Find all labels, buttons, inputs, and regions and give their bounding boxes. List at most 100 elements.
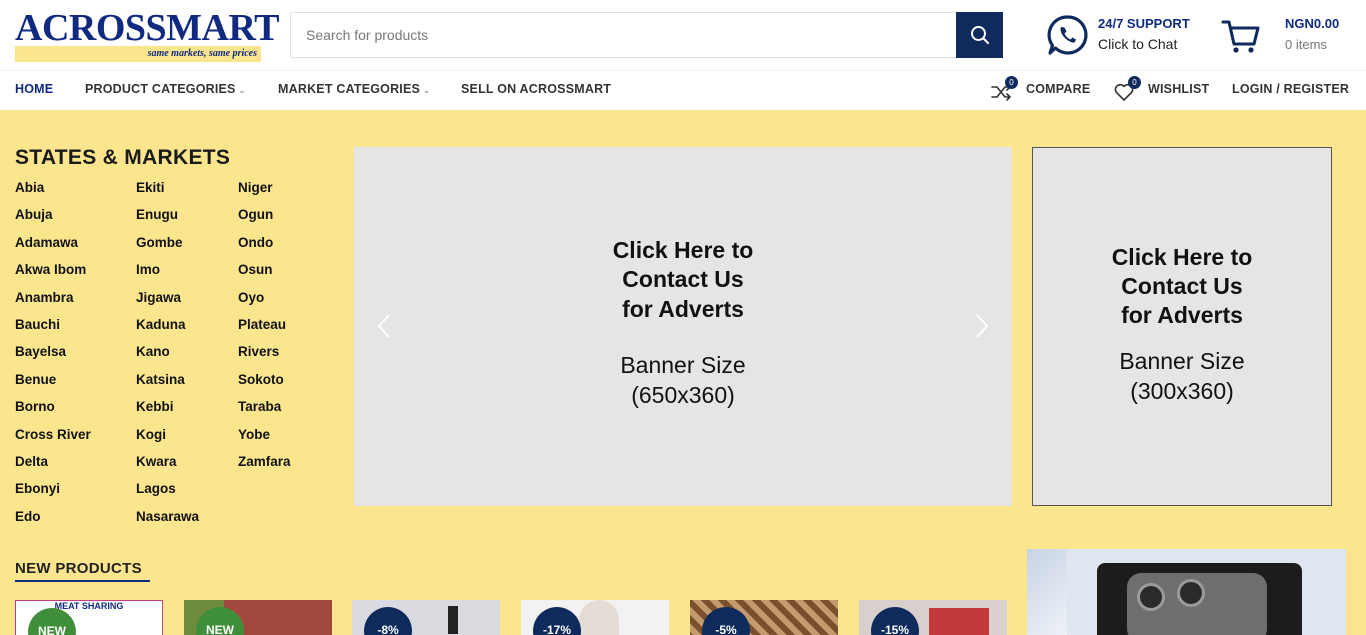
compare-icon-wrap[interactable]: 0 [990,76,1018,103]
compare-count-badge: 0 [1005,76,1018,89]
state-link[interactable]: Rivers [238,342,291,369]
state-link[interactable]: Jigawa [136,288,199,315]
state-link[interactable]: Taraba [238,397,291,424]
product-card[interactable]: NEW [184,600,332,635]
search-icon [970,26,989,45]
states-column-1: Abia Abuja Adamawa Akwa Ibom Anambra Bau… [15,178,91,534]
state-link[interactable]: Osun [238,260,291,287]
product-image-caption: MEAT SHARING [54,601,124,611]
nav-compare[interactable]: COMPARE [1026,82,1090,96]
discount-badge: -15% [871,607,919,635]
banner-title-line-2: Contact Us [622,266,744,292]
state-link[interactable]: Ogun [238,205,291,232]
state-link[interactable]: Kano [136,342,199,369]
state-link[interactable]: Bauchi [15,315,91,342]
whatsapp-icon [1047,15,1088,55]
state-link[interactable]: Kwara [136,452,199,479]
state-link[interactable]: Kebbi [136,397,199,424]
state-link[interactable]: Adamawa [15,233,91,260]
nav-login-register[interactable]: LOGIN / REGISTER [1232,82,1349,96]
discount-badge: -17% [533,607,581,635]
wishlist-icon-wrap[interactable]: 0 [1113,76,1141,103]
state-link[interactable]: Ekiti [136,178,199,205]
state-link[interactable]: Borno [15,397,91,424]
nav-market-categories-label: MARKET CATEGORIES [278,82,421,96]
logo-text: ACROSSMART [15,7,279,49]
wishlist-count-badge: 0 [1128,76,1141,89]
state-link[interactable]: Ondo [238,233,291,260]
banner-size-line-2: (650x360) [631,382,735,408]
main-navigation: HOME PRODUCT CATEGORIES ⌄ MARKET CATEGORI… [0,70,1366,110]
state-link[interactable]: Kogi [136,425,199,452]
state-link[interactable]: Benue [15,370,91,397]
nav-home[interactable]: HOME [15,82,53,96]
state-link[interactable]: Imo [136,260,199,287]
state-link[interactable]: Zamfara [238,452,291,479]
state-link[interactable]: Edo [15,507,91,534]
state-link[interactable]: Lagos [136,479,199,506]
state-link[interactable]: Katsina [136,370,199,397]
product-card[interactable]: -8% [352,600,500,635]
state-link[interactable]: Nasarawa [136,507,199,534]
banner-title-line-1: Click Here to [1111,244,1253,270]
banner-size-line-2: (300x360) [1130,378,1234,404]
state-link[interactable]: Akwa Ibom [15,260,91,287]
nav-sell-on-acrossmart[interactable]: SELL ON ACROSSMART [461,82,611,96]
support-title: 24/7 SUPPORT [1098,16,1190,31]
advert-banner-slider[interactable]: Click Here to Contact Us for Adverts Ban… [354,147,1012,506]
nav-product-categories-label: PRODUCT CATEGORIES [85,82,236,96]
state-link[interactable]: Abia [15,178,91,205]
state-link[interactable]: Ebonyi [15,479,91,506]
product-card[interactable]: -17% [521,600,669,635]
state-link[interactable]: Cross River [15,425,91,452]
state-link[interactable]: Delta [15,452,91,479]
state-link[interactable]: Anambra [15,288,91,315]
advert-banner-side[interactable]: Click Here to Contact Us for Adverts Ban… [1032,147,1332,506]
states-markets-title: STATES & MARKETS [15,146,231,169]
new-products-heading: NEW PRODUCTS [15,560,142,577]
promo-image-bg [1027,549,1067,635]
product-card[interactable]: -5% [690,600,838,635]
new-badge: NEW [28,608,76,635]
banner-size-line-1: Banner Size [620,352,746,378]
nav-wishlist[interactable]: WISHLIST [1148,82,1209,96]
chevron-down-icon: ⌄ [238,86,246,95]
state-link[interactable]: Kaduna [136,315,199,342]
support-chat-link[interactable]: 24/7 SUPPORT Click to Chat [1047,12,1217,58]
state-link[interactable]: Bayelsa [15,342,91,369]
state-link[interactable]: Gombe [136,233,199,260]
cart-item-count: 0 items [1285,37,1327,52]
search-bar [290,12,1003,58]
search-input[interactable] [291,13,957,57]
discount-badge: -8% [364,607,412,635]
product-card[interactable]: -15% [859,600,1007,635]
camera-lens-icon [1177,579,1205,607]
states-column-3: Niger Ogun Ondo Osun Oyo Plateau Rivers … [238,178,291,479]
site-header: ACROSSMART same markets, same prices 24/… [0,0,1366,70]
state-link[interactable]: Niger [238,178,291,205]
product-card[interactable]: MEAT SHARING NEW [15,600,163,635]
cart-button[interactable]: NGN0.00 0 items [1221,12,1361,58]
banner-title-line-2: Contact Us [1121,273,1243,299]
main-content: STATES & MARKETS Abia Abuja Adamawa Akwa… [0,110,1366,635]
state-link[interactable]: Oyo [238,288,291,315]
search-button[interactable] [956,12,1003,58]
states-column-2: Ekiti Enugu Gombe Imo Jigawa Kaduna Kano… [136,178,199,534]
cart-icon [1221,20,1260,53]
acrossmart-logo[interactable]: ACROSSMART same markets, same prices [15,8,279,62]
state-link[interactable]: Plateau [238,315,291,342]
logo-tagline: same markets, same prices [147,48,257,59]
cart-total: NGN0.00 [1285,16,1340,31]
state-link[interactable]: Abuja [15,205,91,232]
banner-title-line-3: for Adverts [622,296,744,322]
banner-title-line-1: Click Here to [612,237,754,263]
chevron-right-icon[interactable] [969,313,993,339]
state-link[interactable]: Yobe [238,425,291,452]
nav-market-categories[interactable]: MARKET CATEGORIES ⌄ [278,82,430,96]
banner-size-line-1: Banner Size [1119,348,1245,374]
promo-image[interactable] [1027,549,1346,635]
nav-product-categories[interactable]: PRODUCT CATEGORIES ⌄ [85,82,246,96]
state-link[interactable]: Sokoto [238,370,291,397]
chevron-left-icon[interactable] [373,313,397,339]
state-link[interactable]: Enugu [136,205,199,232]
